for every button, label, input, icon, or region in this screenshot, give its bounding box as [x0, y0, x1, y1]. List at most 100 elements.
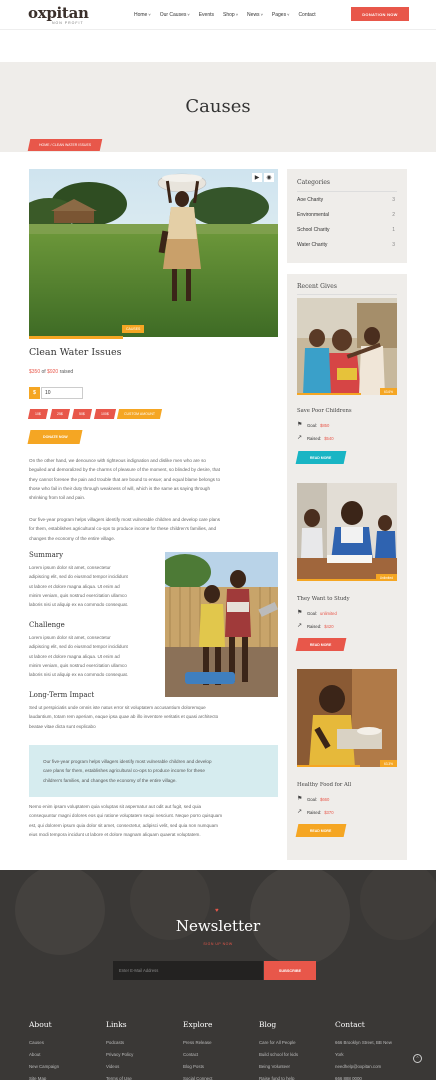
custom-amount-button[interactable]: CUSTOM AMOUNT [117, 409, 163, 419]
footer-column-links: Links Podcasts Privacy Policy Videos Terms o… [106, 1020, 133, 1080]
chevron-down-icon[interactable]: ˅ [148, 12, 150, 18]
subscribe-button[interactable]: SUBSCRIBE [264, 961, 316, 980]
nav-item-contact[interactable]: Contact [298, 12, 315, 18]
raised-label: Raised: [307, 809, 322, 815]
happy-children-photo [297, 298, 397, 395]
nav-item-events[interactable]: Events [199, 12, 214, 18]
donate-now-label: DONATE NOW [42, 435, 68, 439]
challenge-heading: Challenge [29, 621, 65, 629]
donation-now-button[interactable]: DONATION NOW [351, 7, 409, 21]
gift-goal: ⚑ Goal: $850 [297, 422, 329, 428]
donation-amount-input[interactable]: 10 [41, 387, 83, 399]
chevron-down-icon[interactable]: ˅ [261, 12, 263, 18]
raised-icon: ↗ [297, 435, 303, 441]
read-more-button[interactable]: READ MORE [295, 638, 347, 651]
gift-image[interactable]: 63.3% [297, 669, 397, 767]
newsletter-email-input[interactable]: Enter E-Mail Address [113, 961, 263, 980]
chevron-down-icon[interactable]: ˅ [187, 12, 189, 18]
footer-link[interactable]: Care for All People [259, 1037, 298, 1049]
chevron-down-icon[interactable]: ˅ [287, 12, 289, 18]
camera-icon[interactable]: ◉ [264, 173, 274, 182]
footer-column-title: Explore [183, 1020, 213, 1029]
amount-option-label: 25$ [56, 412, 63, 416]
footer-link[interactable]: 666 Brooklyn Street, BB New [335, 1037, 392, 1049]
footer-link[interactable]: Terms of Use [106, 1073, 133, 1080]
video-icon[interactable]: ▶ [252, 173, 262, 182]
category-item[interactable]: Environmental 2 [297, 212, 395, 218]
read-more-button[interactable]: READ MORE [295, 824, 347, 837]
category-name: Environmental [297, 212, 329, 218]
footer-link[interactable]: Press Release [183, 1037, 213, 1049]
site-logo[interactable]: oxpitan [28, 6, 89, 21]
footer-link[interactable]: Raise fund to help [259, 1073, 298, 1080]
raised-icon: ↗ [297, 809, 303, 815]
category-item[interactable]: School Charity 1 [297, 227, 395, 233]
raised-of: of [41, 369, 46, 375]
category-name: Aoe Charity [297, 197, 324, 203]
text-line: Nemo enim ipsam voluptatem quia voluptas… [29, 804, 202, 809]
footer-link[interactable]: Being Volunteer [259, 1061, 298, 1073]
amount-option-button[interactable]: 10$ [27, 409, 48, 419]
footer-link[interactable]: Blog Posts [183, 1061, 213, 1073]
nav-item-pages[interactable]: Pages [272, 12, 286, 18]
goal-amount: $920 [47, 369, 59, 375]
footer-link[interactable]: Social Connect [183, 1073, 213, 1080]
footer-link[interactable]: York [335, 1049, 392, 1061]
gift-title[interactable]: Save Poor Childrens [297, 408, 352, 414]
goal-icon: ⚑ [297, 796, 303, 802]
footer-link[interactable]: Site Map [29, 1073, 59, 1080]
gift-image[interactable]: 63.6% [297, 298, 397, 395]
causes-badge[interactable]: CAUSES [122, 325, 145, 333]
footer-link[interactable]: needhelp@oxpitan.com [335, 1061, 392, 1073]
gift-title[interactable]: Healthy Food for All [297, 782, 351, 788]
longterm-paragraph: Sed ut perspiciatis unde omnis iste natu… [29, 703, 218, 731]
page-title: Causes [185, 96, 251, 117]
nav-item-shop[interactable]: Shop [223, 12, 235, 18]
logo-tagline: non profit [52, 21, 84, 25]
category-item[interactable]: Water Charity 3 [297, 242, 395, 248]
footer-link[interactable]: Podcasts [106, 1037, 133, 1049]
footer-link[interactable]: About [29, 1049, 59, 1061]
footer-link[interactable]: New Campaign [29, 1061, 59, 1073]
text-line: ut labore et dolore magna aliqua. Ut eni… [29, 583, 120, 589]
footer-link[interactable]: Videos [106, 1061, 133, 1073]
main-nav: Home ˅ Our Causes ˅ Events Shop ˅ News ˅ Pages ˅ Co… [134, 12, 325, 18]
gift-title[interactable]: They Want to Study [297, 596, 350, 602]
gift-image[interactable]: Unlimited [297, 483, 397, 581]
footer-link[interactable]: Build school for kids [259, 1049, 298, 1061]
nav-item-home[interactable]: Home [134, 12, 147, 18]
amount-option-label: 10$ [35, 412, 41, 416]
read-more-label: READ MORE [310, 642, 332, 647]
footer-link[interactable]: Privacy Policy [106, 1049, 133, 1061]
footer-link[interactable]: Causes [29, 1037, 59, 1049]
text-line: ut labore et dolore magna aliqua. Ut eni… [29, 653, 120, 659]
footer-link[interactable]: Contact [183, 1049, 213, 1061]
category-count: 3 [392, 197, 395, 203]
amount-option-button[interactable]: 25$ [49, 409, 70, 419]
raised-amount: $350 [29, 369, 41, 375]
chevron-down-icon[interactable]: ˅ [236, 12, 238, 18]
footer-column-title: Blog [259, 1020, 277, 1029]
category-name: Water Charity [297, 242, 328, 248]
nav-item-news[interactable]: News [247, 12, 260, 18]
nav-item-our-causes[interactable]: Our Causes [160, 12, 187, 18]
recent-gives-title: Recent Gives [297, 283, 337, 290]
summary-heading: Summary [29, 551, 64, 559]
back-to-top-icon[interactable]: ⌃ [413, 1054, 422, 1063]
amount-option-button[interactable]: 50$ [71, 409, 92, 419]
footer-link[interactable]: 666 888 0000 [335, 1073, 392, 1080]
donate-now-button[interactable]: DONATE NOW [27, 430, 83, 444]
goal-label: Goal: [307, 796, 318, 802]
text-line: they cannot foresee the pain and trouble… [29, 476, 221, 482]
raised-value: $420 [324, 623, 334, 629]
challenge-paragraph: Lorem ipsum dolor sit amet, consectetur a… [29, 633, 128, 679]
cause-title: Clean Water Issues [29, 347, 122, 358]
gift-goal: ⚑ Goal: $660 [297, 796, 329, 802]
text-line: children's families, and changes the eco… [43, 777, 177, 783]
text-line: laudantium, totam rem aperiam, eaque ips… [29, 714, 219, 720]
category-item[interactable]: Aoe Charity 3 [297, 197, 395, 203]
breadcrumb[interactable]: HOME / CLEAN WATER ISSUES [27, 139, 103, 151]
read-more-button[interactable]: READ MORE [295, 451, 347, 464]
amount-option-button[interactable]: 100$ [93, 409, 116, 419]
text-line: est, qui dolorem ipsum quia dolor sit am… [29, 822, 218, 828]
